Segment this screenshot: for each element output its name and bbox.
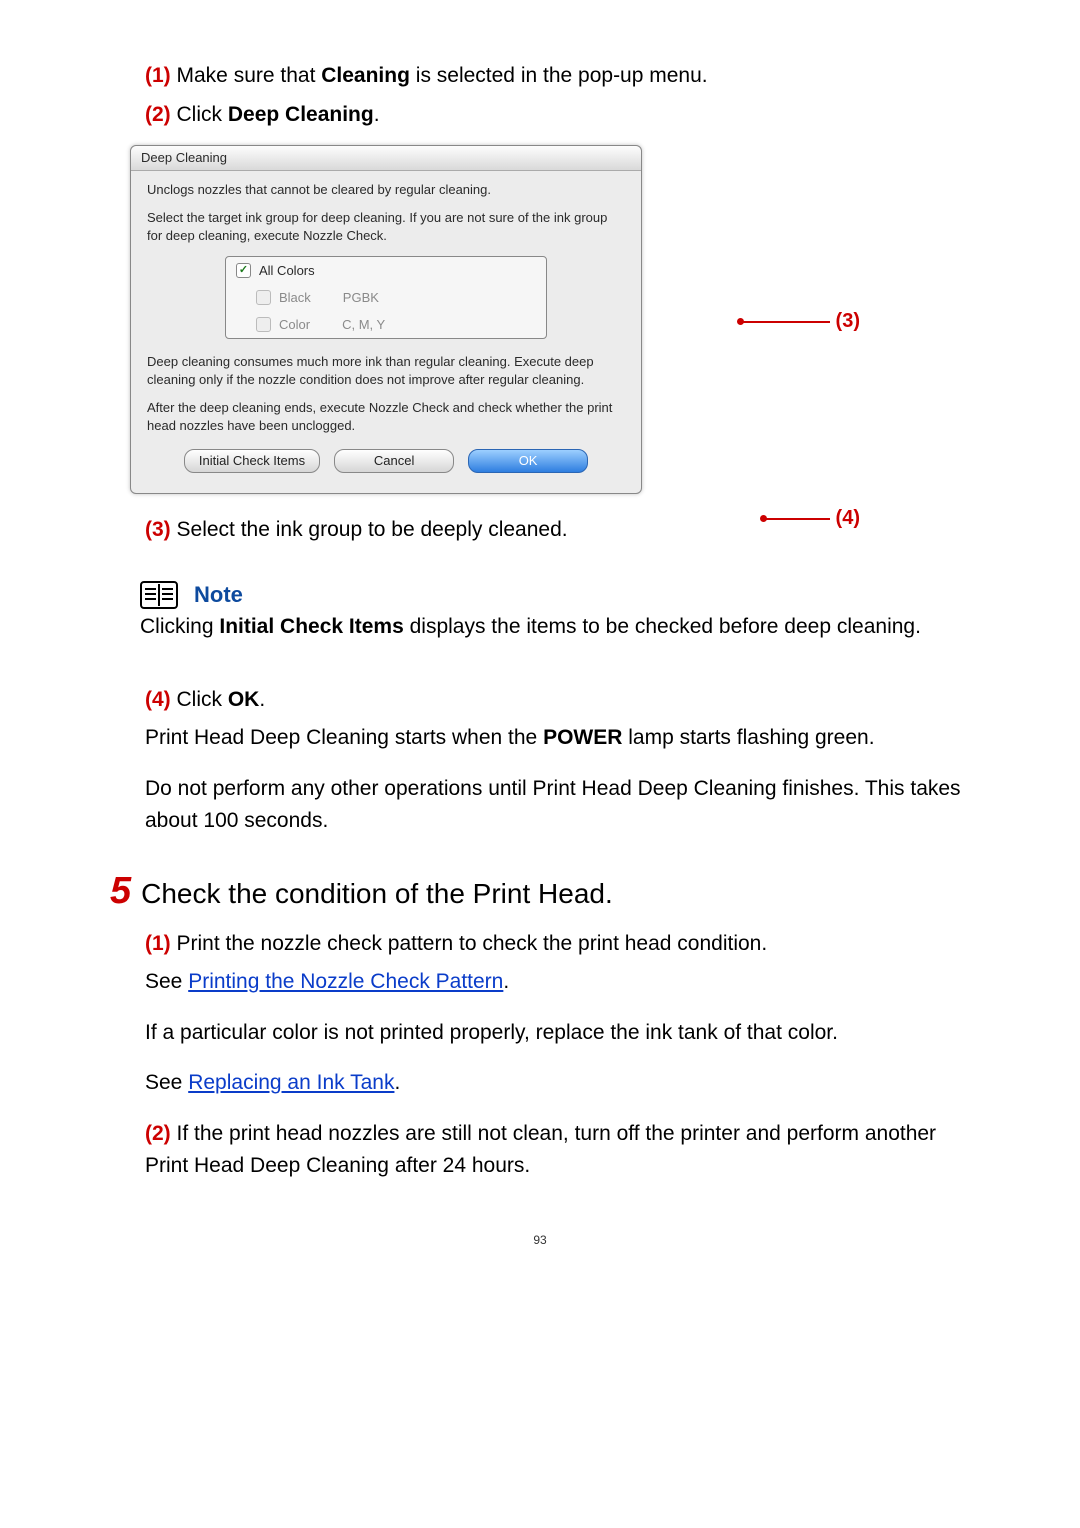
nozzle-check-pattern-link[interactable]: Printing the Nozzle Check Pattern xyxy=(188,970,503,993)
step-2-text-c: . xyxy=(374,103,380,126)
step5-see2: See Replacing an Ink Tank. xyxy=(145,1067,975,1100)
step-1: (1) Make sure that Cleaning is selected … xyxy=(145,60,975,93)
ink-row-black[interactable]: Black PGBK xyxy=(226,284,546,311)
step5-see1: See Printing the Nozzle Check Pattern. xyxy=(145,966,975,999)
ok-button[interactable]: OK xyxy=(468,449,588,473)
initial-check-items-button[interactable]: Initial Check Items xyxy=(184,449,320,473)
step-1-number: (1) xyxy=(145,64,171,87)
step-4: (4) Click OK. xyxy=(145,684,975,717)
step-4-p1-a: Print Head Deep Cleaning starts when the xyxy=(145,726,543,749)
note-body-bold: Initial Check Items xyxy=(219,615,403,638)
ink-color-label: Color xyxy=(279,317,310,332)
big-step-5-number: 5 xyxy=(110,872,131,910)
step-4-text-c: . xyxy=(259,688,265,711)
dialog-button-row: Initial Check Items Cancel OK xyxy=(147,449,625,473)
callout-3-label: (3) xyxy=(836,310,860,333)
callout-4: (4) xyxy=(760,507,860,530)
note-body: Clicking Initial Check Items displays th… xyxy=(140,611,970,644)
step-2-text-a: Click xyxy=(171,103,228,126)
step-2-number: (2) xyxy=(145,103,171,126)
big-step-5-text: Check the condition of the Print Head. xyxy=(141,878,613,910)
step-3-text: Select the ink group to be deeply cleane… xyxy=(171,518,568,541)
step-2: (2) Click Deep Cleaning. xyxy=(145,99,975,132)
step-4-p1-c: lamp starts flashing green. xyxy=(622,726,874,749)
step5-s2-text: If the print head nozzles are still not … xyxy=(145,1122,936,1178)
step5-see1-a: See xyxy=(145,970,188,993)
dialog-body: Unclogs nozzles that cannot be cleared b… xyxy=(131,171,641,493)
cancel-button[interactable]: Cancel xyxy=(334,449,454,473)
dialog-p2: Select the target ink group for deep cle… xyxy=(147,209,625,245)
step5-color-para: If a particular color is not printed pro… xyxy=(145,1017,975,1050)
checkbox-black-icon[interactable] xyxy=(256,290,271,305)
step5-s1-number: (1) xyxy=(145,932,171,955)
step-4-para-2: Do not perform any other operations unti… xyxy=(145,773,975,838)
step-1-text-c: is selected in the pop-up menu. xyxy=(410,64,708,87)
ink-black-desc: PGBK xyxy=(343,290,379,305)
ink-color-desc: C, M, Y xyxy=(342,317,385,332)
dialog-p3: Deep cleaning consumes much more ink tha… xyxy=(147,353,625,389)
document-page: (1) Make sure that Cleaning is selected … xyxy=(0,0,1080,1327)
note-body-c: displays the items to be checked before … xyxy=(404,615,921,638)
step-1-text-a: Make sure that xyxy=(171,64,322,87)
note-heading: Note xyxy=(140,581,990,609)
deep-cleaning-dialog-wrap: Deep Cleaning Unclogs nozzles that canno… xyxy=(130,145,750,494)
step5-see1-c: . xyxy=(503,970,509,993)
checkbox-all-colors-icon[interactable] xyxy=(236,263,251,278)
ink-all-label: All Colors xyxy=(259,263,315,278)
step-4-bold: OK xyxy=(228,688,260,711)
ink-row-all[interactable]: All Colors xyxy=(226,257,546,284)
big-step-5: 5 Check the condition of the Print Head. xyxy=(110,872,990,910)
replacing-ink-tank-link[interactable]: Replacing an Ink Tank xyxy=(188,1071,394,1094)
callout-4-label: (4) xyxy=(836,507,860,530)
note-label: Note xyxy=(194,582,243,608)
callout-3-line-icon xyxy=(742,321,830,323)
step-3-number: (3) xyxy=(145,518,171,541)
step5-s2: (2) If the print head nozzles are still … xyxy=(145,1118,975,1183)
deep-cleaning-dialog: Deep Cleaning Unclogs nozzles that canno… xyxy=(130,145,642,494)
note-body-a: Clicking xyxy=(140,615,219,638)
step-4-text-a: Click xyxy=(171,688,228,711)
ink-group-box: All Colors Black PGBK Color C, M, Y xyxy=(225,256,547,339)
step5-see2-a: See xyxy=(145,1071,188,1094)
step-4-p1-bold: POWER xyxy=(543,726,622,749)
callout-3: (3) xyxy=(737,310,860,333)
step-2-bold: Deep Cleaning xyxy=(228,103,374,126)
step5-see2-c: . xyxy=(394,1071,400,1094)
step5-s1-text: Print the nozzle check pattern to check … xyxy=(171,932,768,955)
step-1-bold: Cleaning xyxy=(321,64,410,87)
step5-s1: (1) Print the nozzle check pattern to ch… xyxy=(145,928,975,961)
note-icon xyxy=(140,581,178,609)
dialog-title: Deep Cleaning xyxy=(131,146,641,171)
step5-s2-number: (2) xyxy=(145,1122,171,1145)
page-number: 93 xyxy=(90,1233,990,1247)
dialog-p4: After the deep cleaning ends, execute No… xyxy=(147,399,625,435)
ink-row-color[interactable]: Color C, M, Y xyxy=(226,311,546,338)
step-4-para-1: Print Head Deep Cleaning starts when the… xyxy=(145,722,975,755)
callout-4-line-icon xyxy=(765,518,830,520)
ink-black-label: Black xyxy=(279,290,311,305)
step-4-number: (4) xyxy=(145,688,171,711)
dialog-p1: Unclogs nozzles that cannot be cleared b… xyxy=(147,181,625,199)
checkbox-color-icon[interactable] xyxy=(256,317,271,332)
